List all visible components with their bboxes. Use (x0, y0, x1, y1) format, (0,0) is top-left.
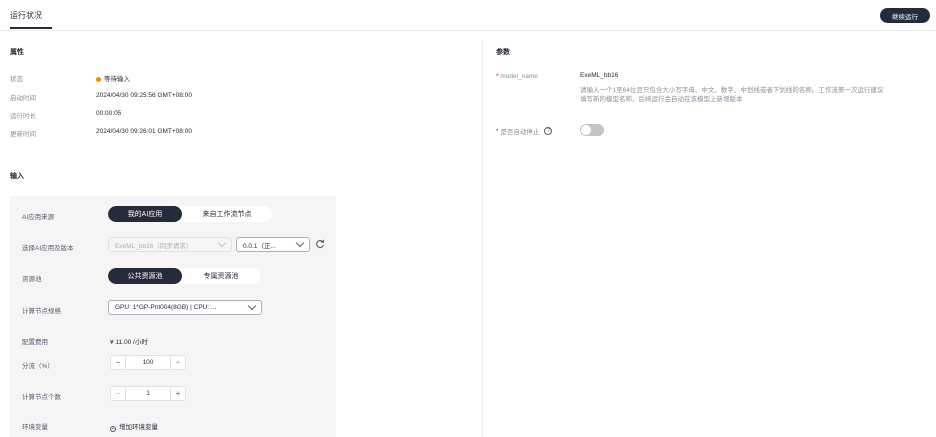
node-count-input[interactable]: 1 (125, 387, 171, 400)
resource-pool-label: 资源池 (22, 276, 42, 283)
status-dot-icon (96, 76, 101, 82)
auto-stop-toggle[interactable] (580, 124, 604, 136)
app-select-value: ExeML_bb16（同步请求） (115, 242, 193, 250)
start-time-value: 2024/04/30 09:25:56 GMT+08:00 (96, 92, 192, 99)
chevron-down-icon (217, 238, 227, 248)
node-count-plus-button[interactable]: + (171, 387, 185, 400)
env-label: 环境变量 (22, 424, 48, 431)
compute-spec-value: GPU: 1*GP-Pnt004(8GB) | CPU: ... (115, 304, 217, 311)
update-time-label: 更新时间 (10, 131, 36, 138)
add-circle-icon: + (110, 425, 116, 432)
node-count-stepper: − 1 + (110, 386, 186, 401)
cost-label: 配置费用 (22, 339, 48, 346)
my-ai-app-option[interactable]: 我的AI应用 (108, 206, 182, 222)
cost-value: ¥ 11.00 /小时 (110, 339, 148, 346)
public-pool-option[interactable]: 公共资源池 (108, 268, 182, 284)
status-value: 等待输入 (96, 73, 130, 83)
version-select[interactable]: 0.0.1（正... (236, 237, 310, 252)
chevron-down-icon (247, 301, 257, 311)
dedicated-pool-option[interactable]: 专属资源池 (182, 268, 260, 284)
traffic-input[interactable]: 100 (125, 356, 171, 369)
app-select[interactable]: ExeML_bb16（同步请求） (108, 237, 232, 252)
version-select-value: 0.0.1（正... (243, 242, 276, 250)
workflow-node-option[interactable]: 来自工作流节点 (182, 206, 272, 222)
params-title: 参数 (496, 49, 510, 56)
compute-spec-select[interactable]: GPU: 1*GP-Pnt004(8GB) | CPU: ... (108, 300, 262, 315)
status-label: 状态 (10, 76, 23, 83)
app-version-label: 选择AI应用及版本 (22, 245, 74, 252)
traffic-label: 分流（%） (22, 363, 54, 370)
chevron-down-icon (295, 238, 305, 248)
duration-label: 运行时长 (10, 113, 36, 120)
continue-run-button[interactable]: 继续运行 (880, 8, 930, 23)
active-tab-indicator (10, 27, 52, 29)
model-name-hint: 请输入一个1至64位且只包含大小写字母、中文、数字、中划线或者下划线的名称。工作… (580, 87, 884, 103)
model-name-label: * model_name (496, 73, 538, 80)
traffic-plus-button[interactable]: + (171, 356, 185, 369)
node-count-label: 计算节点个数 (22, 394, 61, 401)
required-mark: * (496, 127, 499, 135)
duration-value: 00:00:05 (96, 110, 122, 117)
properties-title: 属性 (10, 49, 24, 56)
update-time-value: 2024/04/30 09:26:01 GMT+08:00 (96, 128, 192, 135)
add-env-link[interactable]: + 增加环境变量 (110, 421, 158, 432)
start-time-label: 启动时间 (10, 95, 36, 102)
traffic-minus-button[interactable]: − (111, 356, 125, 369)
model-name-value[interactable]: ExeML_bb16 (580, 72, 618, 79)
ai-source-segmented: 我的AI应用 来自工作流节点 (108, 206, 272, 222)
input-title: 输入 (10, 173, 24, 180)
required-mark: * (496, 73, 499, 80)
node-count-minus-button[interactable]: − (111, 387, 125, 400)
auto-stop-label: * 是否自动停止 ? (496, 126, 553, 136)
compute-spec-label: 计算节点规格 (22, 308, 61, 315)
help-icon[interactable]: ? (544, 127, 553, 135)
traffic-stepper: − 100 + (110, 355, 186, 370)
toggle-knob (581, 125, 591, 135)
resource-pool-segmented: 公共资源池 专属资源池 (108, 268, 260, 284)
column-divider (482, 40, 483, 437)
ai-source-label: AI应用来源 (22, 214, 55, 221)
tab-divider (0, 30, 936, 31)
refresh-icon[interactable] (315, 237, 327, 251)
tab-run-status[interactable]: 运行状况 (10, 10, 42, 21)
